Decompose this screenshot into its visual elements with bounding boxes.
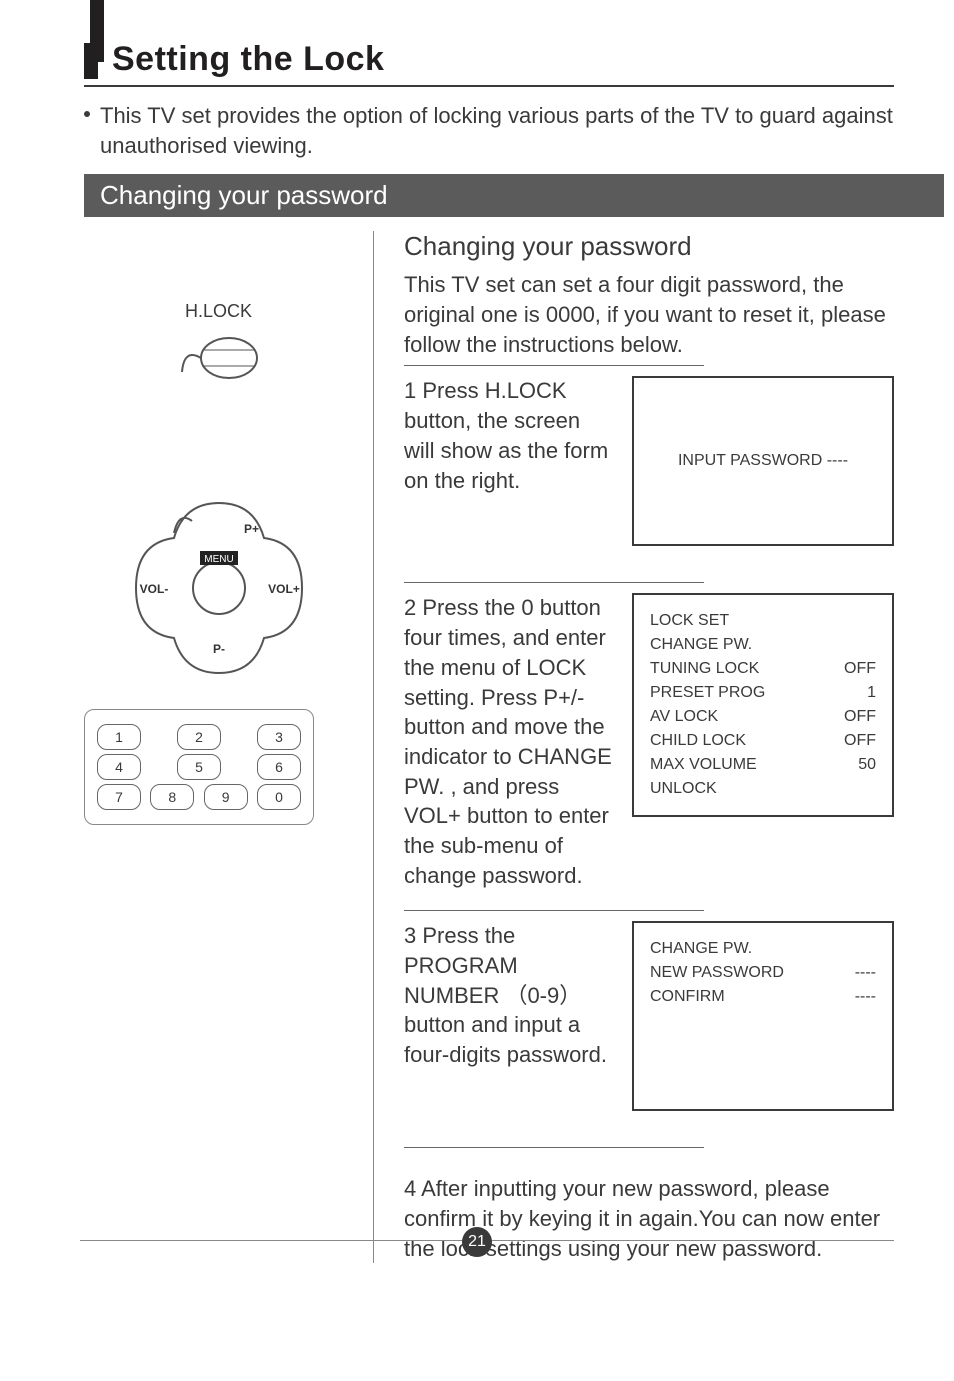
osd-3: CHANGE PW. NEW PASSWORD---- CONFIRM---- <box>632 921 894 1111</box>
osd-3-row: NEW PASSWORD---- <box>650 961 876 985</box>
osd-2-row: CHANGE PW. <box>650 633 876 657</box>
key-2: 2 <box>177 724 221 750</box>
corner-mark <box>90 0 104 62</box>
bullet-icon <box>84 111 90 117</box>
keypad: 1 2 3 4 5 6 7 8 9 0 <box>84 709 314 825</box>
key-1: 1 <box>97 724 141 750</box>
osd-2-title: LOCK SET <box>650 609 876 633</box>
content-columns: H.LOCK MENU VOL- VOL+ P+ P- <box>84 231 894 1263</box>
key-0: 0 <box>257 784 301 810</box>
page-number-badge: 21 <box>462 1227 492 1257</box>
osd-2-row: CHILD LOCKOFF <box>650 729 876 753</box>
sub-intro: This TV set can set a four digit passwor… <box>404 270 894 359</box>
sub-heading: Changing your password <box>404 231 894 262</box>
intro-block: This TV set provides the option of locki… <box>84 101 894 160</box>
heading-row: Setting the Lock <box>84 40 894 79</box>
key-8: 8 <box>150 784 194 810</box>
osd-1: INPUT PASSWORD ---- <box>632 376 894 546</box>
hlock-button-icon <box>174 328 264 388</box>
nav-menu-label: MENU <box>204 554 233 565</box>
osd-3-row: CONFIRM---- <box>650 985 876 1009</box>
heading-rule <box>84 85 894 87</box>
svg-text:P-: P- <box>213 642 225 656</box>
step-1-row: 1 Press H.LOCK button, the screen will s… <box>404 376 894 546</box>
rule-4 <box>404 1147 704 1148</box>
osd-2-row: UNLOCK <box>650 777 876 801</box>
page-heading: Setting the Lock <box>112 40 384 79</box>
svg-text:VOL+: VOL+ <box>268 582 300 596</box>
osd-2-row: TUNING LOCKOFF <box>650 657 876 681</box>
nav-pad-block: MENU VOL- VOL+ P+ P- <box>84 493 353 683</box>
key-3: 3 <box>257 724 301 750</box>
svg-text:P+: P+ <box>244 522 259 536</box>
key-4: 4 <box>97 754 141 780</box>
left-column: H.LOCK MENU VOL- VOL+ P+ P- <box>84 231 374 1263</box>
step-2-text: 2 Press the 0 button four times, and ent… <box>404 593 632 890</box>
step-1-text: 1 Press H.LOCK button, the screen will s… <box>404 376 632 495</box>
section-bar: Changing your password <box>84 174 944 217</box>
nav-pad-icon: MENU VOL- VOL+ P+ P- <box>124 493 314 683</box>
rule-1 <box>404 365 704 366</box>
rule-2 <box>404 582 704 583</box>
step-2-row: 2 Press the 0 button four times, and ent… <box>404 593 894 890</box>
intro-text: This TV set provides the option of locki… <box>100 101 894 160</box>
hlock-block: H.LOCK <box>84 301 353 393</box>
right-column: Changing your password This TV set can s… <box>374 231 894 1263</box>
hlock-label: H.LOCK <box>84 301 353 322</box>
key-6: 6 <box>257 754 301 780</box>
step-3-row: 3 Press the PROGRAM NUMBER （0-9）button a… <box>404 921 894 1111</box>
osd-1-text: INPUT PASSWORD ---- <box>678 449 848 473</box>
osd-2: LOCK SET CHANGE PW. TUNING LOCKOFF PRESE… <box>632 593 894 817</box>
svg-text:VOL-: VOL- <box>139 582 168 596</box>
osd-2-row: MAX VOLUME50 <box>650 753 876 777</box>
key-7: 7 <box>97 784 141 810</box>
osd-2-row: AV LOCKOFF <box>650 705 876 729</box>
osd-2-row: PRESET PROG1 <box>650 681 876 705</box>
step-3-text: 3 Press the PROGRAM NUMBER （0-9）button a… <box>404 921 632 1069</box>
page: Setting the Lock This TV set provides th… <box>0 0 954 1381</box>
osd-3-row: CHANGE PW. <box>650 937 876 961</box>
key-5: 5 <box>177 754 221 780</box>
rule-3 <box>404 910 704 911</box>
key-9: 9 <box>204 784 248 810</box>
